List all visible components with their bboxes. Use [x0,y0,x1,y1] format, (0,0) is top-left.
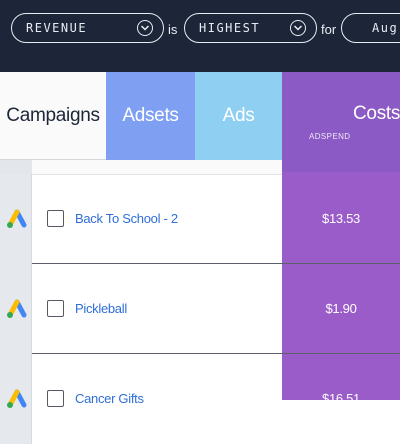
table-header-spacer [32,160,282,175]
metric-dropdown-value: REVENUE [26,21,88,35]
chevron-down-icon [137,20,153,36]
tab-campaigns-label: Campaigns [6,104,100,126]
campaign-name-link[interactable]: Back To School - 2 [75,211,178,226]
period-dropdown-value: Aug [372,21,399,35]
row-icon-cell [0,174,32,264]
row-checkbox[interactable] [47,390,64,407]
adspend-value: $13.53 [322,211,360,226]
google-ads-icon [5,209,27,234]
tab-adsets[interactable]: Adsets [106,72,195,160]
tab-campaigns[interactable]: Campaigns [0,72,106,160]
tab-costs[interactable]: Costs ADSPEND [282,72,400,160]
row-checkbox[interactable] [47,300,64,317]
row-icon-cell [0,264,32,354]
connector-for: for [321,22,337,37]
tab-ads-label: Ads [222,105,255,126]
google-ads-icon [5,389,27,414]
row-checkbox[interactable] [47,210,64,227]
period-dropdown[interactable]: Aug [341,13,400,43]
adspend-value: $16.51 [322,391,360,406]
connector-is: is [168,22,178,37]
rank-dropdown-value: HIGHEST [199,21,261,35]
table-row[interactable]: Pickleball $1.90 [0,264,400,354]
google-ads-icon [5,299,27,324]
chevron-down-icon [290,20,306,36]
tab-adsets-label: Adsets [122,105,179,126]
adspend-value: $1.90 [325,301,357,316]
metric-dropdown[interactable]: REVENUE [11,13,164,43]
tab-ads[interactable]: Ads [195,72,282,160]
filter-bar: REVENUE is HIGHEST for Aug [0,0,400,72]
table-row[interactable]: Back To School - 2 $13.53 [0,174,400,264]
adspend-column-header-strip [282,160,400,172]
campaign-name-link[interactable]: Cancer Gifts [75,391,144,406]
campaign-table: Back To School - 2 $13.53 Pickleball $1.… [0,160,400,444]
rank-dropdown[interactable]: HIGHEST [184,13,317,43]
campaign-name-link[interactable]: Pickleball [75,301,127,316]
column-header-adspend[interactable]: ADSPEND [309,132,350,141]
row-icon-cell [0,354,32,444]
tab-costs-label: Costs [353,103,400,124]
table-row[interactable]: Cancer Gifts $16.51 [0,354,400,444]
level-tabs: Campaigns Adsets Ads Costs ADSPEND [0,72,400,160]
